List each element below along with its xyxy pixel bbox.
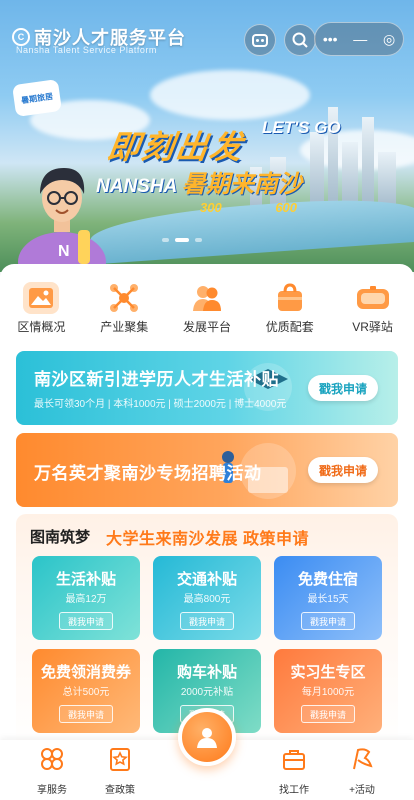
hero-slogan: 即刻出发: [105, 129, 247, 165]
quick-link-district-overview[interactable]: 区情概况: [0, 282, 83, 335]
carousel-dot-active[interactable]: [175, 238, 189, 242]
mini-program-capsule: ••• — ◎: [314, 22, 404, 56]
tab-activities[interactable]: +活动: [332, 746, 392, 796]
card-title: 购车补贴: [176, 664, 237, 681]
tab-jobs[interactable]: 找工作: [264, 746, 324, 796]
app-subtitle: Nansha Talent Service Platform: [16, 45, 157, 55]
hero-numbers: 300 600: [200, 200, 347, 215]
robot-icon: [252, 34, 268, 47]
card-apply-button[interactable]: 戳我申请: [301, 612, 355, 630]
card-subtitle: 每月1000元: [301, 687, 355, 698]
card-subtitle: 最高800元: [183, 594, 231, 605]
recruitment-event-banner[interactable]: 万名英才聚南沙专场招聘活动 戳我申请: [16, 433, 398, 507]
banner-title: 万名英才聚南沙专场招聘活动: [34, 464, 262, 483]
apply-button[interactable]: 戳我申请: [308, 375, 378, 401]
hero-num-2: 600: [275, 200, 298, 215]
card-apply-button[interactable]: 戳我申请: [301, 705, 355, 723]
policy-card-living-subsidy[interactable]: 生活补贴 最高12万 戳我申请: [32, 556, 140, 640]
card-subtitle: 2000元补贴: [180, 687, 234, 698]
vr-icon: [355, 282, 391, 314]
tab-label: 找工作: [279, 785, 309, 796]
user-service-icon: [197, 728, 217, 748]
main-content: 区情概况 产业聚集 发展平台 优质配套 VR驿站 南沙区新引进学历人才生活补贴 …: [0, 264, 414, 754]
bag-icon: [272, 282, 308, 314]
robot-assistant-button[interactable]: [244, 24, 276, 56]
svg-text:N: N: [58, 243, 70, 260]
policy-card-vouchers[interactable]: 免费领消费券 总计500元 戳我申请: [32, 649, 140, 733]
more-menu-icon[interactable]: •••: [323, 32, 338, 46]
banner-title: 南沙区新引进学历人才生活补贴: [34, 370, 279, 389]
carousel-dot[interactable]: [195, 238, 202, 242]
quick-link-platform[interactable]: 发展平台: [166, 282, 249, 335]
banner-subtitle: 最长可领30个月 | 本科1000元 | 硕士2000元 | 博士4000元: [34, 399, 287, 410]
search-button[interactable]: [284, 24, 316, 56]
network-icon: [106, 282, 142, 314]
center-action-button[interactable]: [178, 708, 236, 766]
quick-link-label: 区情概况: [17, 320, 66, 334]
card-apply-button[interactable]: 戳我申请: [59, 612, 113, 630]
hero-slogan2-main: 暑期来南沙: [181, 171, 302, 198]
hero-num-1: 300: [200, 200, 222, 215]
carousel-dots: [162, 238, 202, 242]
card-subtitle: 最长15天: [307, 594, 349, 605]
carousel-dot[interactable]: [162, 238, 169, 242]
policy-heading: 图南筑梦: [30, 529, 91, 546]
brand-logo-icon: C: [12, 28, 30, 46]
tab-label: 享服务: [37, 785, 67, 796]
hero-slogan2: NANSHA 暑期来南沙: [96, 164, 302, 199]
talent-subsidy-banner[interactable]: 南沙区新引进学历人才生活补贴 最长可领30个月 | 本科1000元 | 硕士20…: [16, 351, 398, 425]
quick-link-label: 产业聚集: [100, 320, 149, 334]
card-title: 交通补贴: [176, 571, 237, 588]
policy-subheading: 大学生来南沙发展 政策申请: [106, 531, 309, 548]
policy-icon: [110, 748, 130, 771]
quick-link-industry[interactable]: 产业聚集: [83, 282, 166, 335]
cartoon-person-illustration: N: [18, 168, 106, 272]
hero-letsgo: LET'S GO: [262, 118, 341, 137]
card-title: 生活补贴: [55, 571, 116, 588]
tab-label: +活动: [349, 785, 375, 796]
hero-banner[interactable]: C 南沙人才服务平台 Nansha Talent Service Platfor…: [0, 0, 414, 272]
policy-card-transport-subsidy[interactable]: 交通补贴 最高800元 戳我申请: [153, 556, 261, 640]
landscape-icon: [23, 282, 60, 314]
policy-card-free-lodging[interactable]: 免费住宿 最长15天 戳我申请: [274, 556, 382, 640]
tab-services[interactable]: 享服务: [22, 746, 82, 796]
quick-link-label: VR驿站: [352, 320, 393, 334]
card-title: 免费领消费券: [40, 664, 131, 681]
quick-link-vr[interactable]: VR驿站: [331, 282, 414, 335]
apply-button[interactable]: 戳我申请: [308, 457, 378, 483]
quick-link-label: 优质配套: [265, 320, 314, 334]
card-title: 实习生专区: [290, 664, 366, 681]
card-apply-button[interactable]: 戳我申请: [59, 705, 113, 723]
quick-link-facilities[interactable]: 优质配套: [248, 282, 331, 335]
tab-label: 查政策: [105, 785, 135, 796]
quick-link-label: 发展平台: [182, 320, 231, 334]
quick-links: 区情概况 产业聚集 发展平台 优质配套 VR驿站: [0, 282, 414, 335]
tab-policy[interactable]: 查政策: [90, 746, 150, 796]
hero-nansha-en: NANSHA: [96, 176, 177, 197]
clover-icon: [41, 748, 63, 770]
card-apply-button[interactable]: 戳我申请: [180, 612, 234, 630]
card-subtitle: 总计500元: [62, 687, 110, 698]
activity-icon: [353, 748, 373, 770]
card-title: 免费住宿: [297, 571, 358, 588]
card-subtitle: 最高12万: [65, 594, 107, 605]
summer-badge: 暑期旅居: [11, 78, 63, 118]
briefcase-icon: [283, 750, 305, 770]
search-icon: [292, 32, 308, 48]
people-icon: [189, 282, 225, 314]
policy-card-intern-zone[interactable]: 实习生专区 每月1000元 戳我申请: [274, 649, 382, 733]
close-icon[interactable]: ◎: [383, 32, 395, 46]
minimize-icon[interactable]: —: [353, 32, 367, 46]
